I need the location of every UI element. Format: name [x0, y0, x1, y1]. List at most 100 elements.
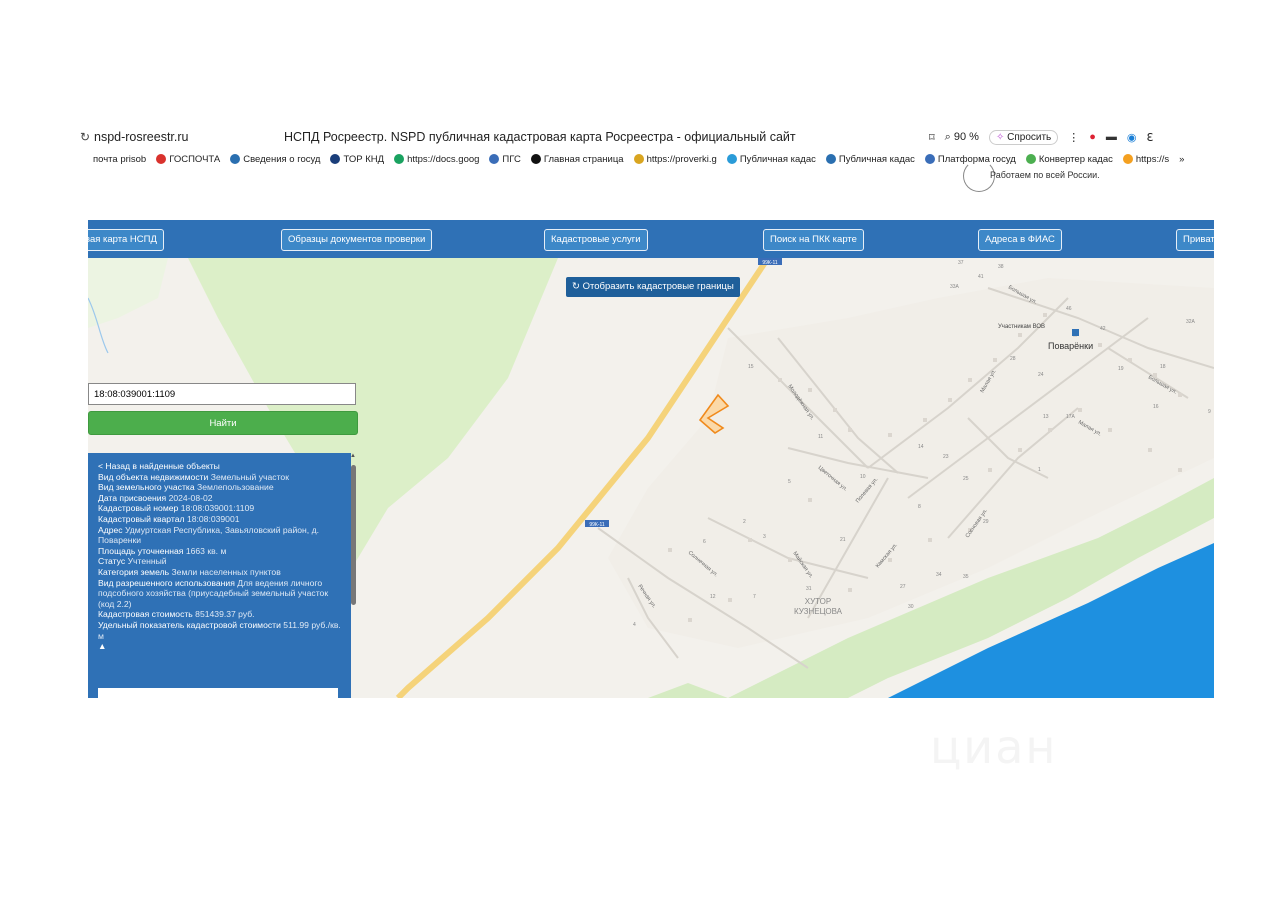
- ask-label: Спросить: [1007, 131, 1052, 143]
- svg-text:5: 5: [788, 479, 791, 485]
- sparkle-icon: ✧: [995, 131, 1005, 143]
- svg-text:21: 21: [840, 537, 846, 543]
- svg-text:30: 30: [908, 604, 914, 610]
- bookmark-label: почта prisob: [93, 153, 147, 165]
- info-label: Кадастровый квартал: [98, 513, 185, 524]
- svg-text:24: 24: [1038, 372, 1044, 378]
- reload-icon[interactable]: ↻: [80, 130, 94, 144]
- nav-item-documents[interactable]: Образцы документов проверки: [281, 229, 433, 251]
- bookmark-favicon-icon: [633, 154, 644, 164]
- bookmark-item[interactable]: https://proverki.g: [633, 154, 717, 165]
- bookmark-label: Конвертер кадас: [1038, 153, 1113, 165]
- info-label: Статус: [98, 556, 126, 567]
- bookmark-label: https://docs.goog: [407, 153, 480, 165]
- svg-text:2: 2: [743, 519, 746, 525]
- cadastral-search-input[interactable]: [88, 383, 356, 405]
- svg-text:25: 25: [963, 476, 969, 482]
- browser-title-bar: ↻ nspd-rosreestr.ru НСПД Росреестр. NSPD…: [80, 126, 1220, 148]
- zoom-indicator[interactable]: ⌕ 90 %: [945, 131, 979, 144]
- info-value: 1663 кв. м: [185, 545, 227, 556]
- info-value: Удмуртская Республика, Завьяловский райо…: [98, 524, 319, 546]
- menu-icon[interactable]: ⋮: [1068, 131, 1079, 144]
- bookmark-label: Публичная кадас: [739, 153, 816, 165]
- bookmark-label: Главная страница: [543, 153, 624, 165]
- bookmark-item[interactable]: https://s: [1122, 153, 1170, 165]
- bookmark-item[interactable]: Конвертер кадас: [1025, 153, 1113, 165]
- info-row: Вид объекта недвижимости Земельный участ…: [98, 472, 341, 483]
- nav-item-cadastral-services[interactable]: Кадастровые услуги: [544, 229, 648, 251]
- info-label: Дата присвоения: [98, 492, 167, 503]
- bookmark-item[interactable]: ПГС: [489, 154, 521, 165]
- info-row: Кадастровый номер 18:08:039001:1109: [98, 503, 341, 514]
- scroll-up-icon[interactable]: ▲: [350, 453, 356, 459]
- find-button[interactable]: Найти: [88, 411, 358, 435]
- bookmark-icon[interactable]: ⌑: [929, 131, 935, 144]
- info-value: 851439.37 руб.: [195, 609, 255, 620]
- address-bar[interactable]: nspd-rosreestr.ru: [94, 130, 284, 144]
- bookmark-item[interactable]: Сведения о госуд: [230, 154, 320, 165]
- info-value: Землепользование: [197, 482, 274, 493]
- bookmark-item[interactable]: ГОСПОЧТА: [156, 154, 220, 165]
- bookmark-favicon-icon: [1122, 154, 1133, 164]
- info-panel-scrollbar[interactable]: ▲: [350, 453, 358, 613]
- map-view[interactable]: 99К-11 99К-11 Поварёнки ХУТОР КУЗНЕЦОВА …: [88, 258, 1214, 698]
- ask-button[interactable]: ✧ Спросить: [988, 129, 1059, 145]
- extension-icon[interactable]: ●: [1089, 131, 1096, 143]
- info-row: Дата присвоения 2024-08-02: [98, 493, 341, 504]
- info-value: Учтенный: [127, 556, 167, 567]
- extensions-icon[interactable]: ℇ: [1147, 131, 1154, 144]
- svg-text:34: 34: [936, 572, 942, 578]
- collapse-icon[interactable]: ▲: [98, 641, 341, 652]
- bookmark-item[interactable]: Публичная кадас: [825, 154, 915, 165]
- back-link[interactable]: < Назад в найденные объекты: [98, 461, 341, 472]
- extension-icon[interactable]: ◉: [1127, 131, 1137, 144]
- bookmark-label: Сведения о госуд: [243, 153, 321, 165]
- info-row: Кадастровый квартал 18:08:039001: [98, 514, 341, 525]
- bookmark-favicon-icon: [330, 154, 341, 164]
- nav-item-privat[interactable]: Приват: [1176, 229, 1214, 251]
- svg-text:42: 42: [1100, 326, 1106, 332]
- bookmarks-bar: почта prisob ГОСПОЧТА Сведения о госуд ТОР …: [80, 150, 1215, 168]
- bookmark-favicon-icon: [1025, 154, 1036, 164]
- road-badge-label: 99К-11: [762, 260, 778, 266]
- panel-footer: [98, 688, 338, 698]
- info-value: Земли населенных пунктов: [171, 566, 281, 577]
- info-row: Удельный показатель кадастровой стоимост…: [98, 620, 341, 641]
- nav-item-map[interactable]: вая карта НСПД: [88, 229, 164, 251]
- bookmark-label: ТОР КНД: [343, 153, 385, 165]
- bookmark-item[interactable]: почта prisob: [80, 154, 146, 165]
- svg-text:18: 18: [1160, 364, 1166, 370]
- zoom-level: 90 %: [953, 130, 979, 143]
- page-title: НСПД Росреестр. NSPD публичная кадастров…: [284, 130, 796, 144]
- village-label: Поварёнки: [1048, 341, 1093, 351]
- info-label: Кадастровая стоимость: [98, 609, 193, 620]
- bookmark-label: https://s: [1135, 153, 1170, 165]
- info-row: Кадастровая стоимость 851439.37 руб.: [98, 609, 341, 620]
- nav-item-fias[interactable]: Адреса в ФИАС: [978, 229, 1062, 251]
- info-label: Вид земельного участка: [98, 482, 195, 493]
- bookmark-item[interactable]: ТОР КНД: [330, 154, 384, 165]
- svg-text:15: 15: [748, 364, 754, 370]
- info-value: 18:08:039001:1109: [180, 503, 255, 514]
- info-label: Вид разрешенного использования: [98, 577, 235, 588]
- bookmark-item[interactable]: Главная страница: [530, 153, 624, 165]
- refresh-icon: ↻: [572, 281, 580, 292]
- info-label: Адрес: [98, 524, 123, 535]
- nav-item-search-pkk[interactable]: Поиск на ПКК карте: [763, 229, 864, 251]
- svg-text:19: 19: [1118, 366, 1124, 372]
- info-label: Кадастровый номер: [98, 503, 179, 514]
- info-value: Земельный участок: [210, 471, 289, 482]
- extension-icon[interactable]: ▬: [1106, 131, 1117, 143]
- info-row: Вид разрешенного использования Для веден…: [98, 578, 341, 610]
- info-label: Удельный показатель кадастровой стоимост…: [98, 619, 281, 630]
- svg-text:9: 9: [1208, 409, 1211, 415]
- forest-area: [88, 258, 168, 328]
- bookmarks-more-button[interactable]: »: [1179, 154, 1184, 165]
- scroll-thumb[interactable]: [351, 465, 356, 605]
- object-info-panel: < Назад в найденные объекты Вид объекта …: [88, 453, 351, 698]
- svg-text:27: 27: [900, 584, 906, 590]
- bookmark-item[interactable]: https://docs.goog: [394, 154, 479, 165]
- bookmark-item[interactable]: Публичная кадас: [726, 153, 816, 165]
- info-row: Вид земельного участка Землепользование: [98, 482, 341, 493]
- show-boundaries-button[interactable]: ↻ Отобразить кадастровые границы: [566, 277, 740, 297]
